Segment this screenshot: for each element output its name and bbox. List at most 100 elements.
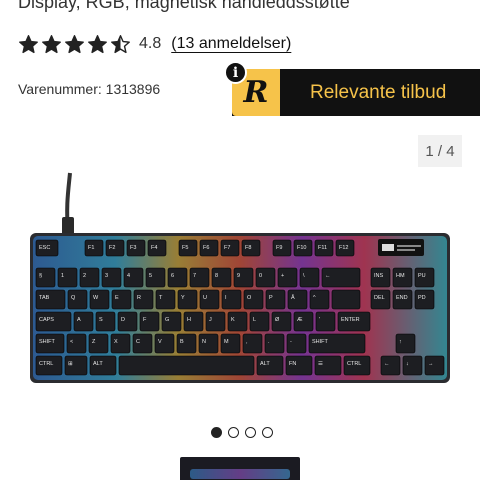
keycap-label: ☰ [318,360,323,367]
keycap-label: L [253,317,256,323]
keycap-label: 2 [83,273,86,279]
keycap-label: CTRL [39,361,53,367]
keycap-label: ALT [260,361,270,367]
keycap-label: PU [418,273,426,279]
gallery-dot[interactable] [245,427,256,438]
keycap-label: ↓ [406,361,409,367]
keycap-label: SHIFT [312,339,329,345]
keycap-label: N [202,339,206,345]
keycap-label: F5 [182,245,188,251]
keycap-label: F12 [339,245,348,251]
keycap-label: 7 [193,273,196,279]
keycap-label: ^ [313,295,316,301]
keycap-label: F6 [203,245,209,251]
keycap-label: P [269,295,273,301]
keycap-label: END [396,295,408,301]
keycap-label: ' [319,317,320,323]
sku-label: Varenummer: 1313896 [18,81,161,97]
gallery-counter: 1 / 4 [418,135,462,167]
gallery-thumbnail[interactable] [180,457,300,480]
keycap-label: H [187,317,191,323]
keycap-label: G [165,317,169,323]
product-image[interactable]: ESC F1 F2 F3 F4 F5 F6 F7 F8 F9 F10 F11 F12 § 1 2 3 4 5 6 7 8 9… [0,165,480,395]
rating-stars [18,34,131,55]
keycap-label: Æ [297,317,303,323]
keycap-label: E [115,295,119,301]
star-icon [42,34,61,53]
keycap-label: Å [291,294,295,301]
keycap-label: 5 [149,273,152,279]
keycap-label: TAB [39,295,50,301]
keycap-label: F8 [245,245,251,251]
keycap-label: 3 [105,273,108,279]
info-icon[interactable]: i [224,61,247,84]
keycap-label: 8 [215,273,218,279]
rating-row: 4.8 (13 anmeldelser) [18,33,291,55]
keycap [118,355,255,376]
keycap-label: F2 [109,245,115,251]
gallery-dots [211,427,273,438]
keycap-label: M [224,339,229,345]
keycap-label: DEL [374,295,385,301]
thumbnail-glow [190,469,290,479]
keycap-label: < [70,339,73,345]
star-icon [65,34,84,53]
keycap-label: K [231,317,235,323]
keycap-label: § [39,273,42,279]
offer-label: Relevante tilbud [310,81,447,103]
keycap-label: CTRL [347,361,361,367]
keycap-label: PD [418,295,426,301]
keycap-label: INS [374,273,384,279]
keycap-label: F7 [224,245,230,251]
keycap-label: U [203,295,207,301]
keycap-label: C [136,339,140,345]
star-icon [88,34,107,53]
keycap-label: ← [325,273,331,279]
keycap-label: Y [181,295,185,301]
rating-value: 4.8 [139,35,162,52]
gallery-dot[interactable] [262,427,273,438]
keycap-label: Q [71,295,76,301]
keycap [331,289,361,310]
keycap-label: → [428,361,434,367]
keycap-label: F9 [276,245,282,251]
keycap-label: + [281,273,284,279]
keycap-label: ENTER [341,317,360,323]
reviews-link[interactable]: (13 anmeldelser) [171,35,291,53]
keycap-label: J [209,317,212,323]
keycap-label: 1 [61,273,64,279]
keycap-label: R [137,295,141,301]
keycap-label: A [77,317,81,323]
keycap-label: S [99,317,103,323]
cable-connector [62,217,74,235]
keycap-label: HM [396,273,405,279]
gallery-dot[interactable] [211,427,222,438]
keycap-label: ↑ [399,339,402,345]
keycap-label: B [180,339,184,345]
keycap-label: F10 [297,245,306,251]
keycap-label: F1 [88,245,94,251]
keycap-label: SHIFT [39,339,56,345]
keycap-label: ⊞ [68,361,73,367]
keycap-label: ESC [39,245,50,251]
keycap-label: FN [289,361,296,367]
keycap-label: ← [384,361,390,367]
offer-logo-letter: R [243,75,269,110]
keycap-label: CAPS [39,317,54,323]
keycap-label: 6 [171,273,174,279]
keycap-label: F11 [318,245,327,251]
relevant-offers-banner[interactable]: R Relevante tilbud [232,69,480,116]
keycap-label: Ø [275,317,280,323]
product-subtitle: Display, RGB, magnetisk håndleddsstøtte [18,0,350,12]
keycap-label: D [121,317,125,323]
keycap-label: F4 [151,245,157,251]
gallery-dot[interactable] [228,427,239,438]
keycap-label: 9 [237,273,240,279]
keycap-label: F3 [130,245,136,251]
keycap-label: 4 [127,273,130,279]
keycap-label: ALT [93,361,103,367]
keycap-label: W [93,295,99,301]
star-icon [19,34,38,53]
keycap-label: V [158,339,162,345]
keycap-label: 0 [259,273,262,279]
